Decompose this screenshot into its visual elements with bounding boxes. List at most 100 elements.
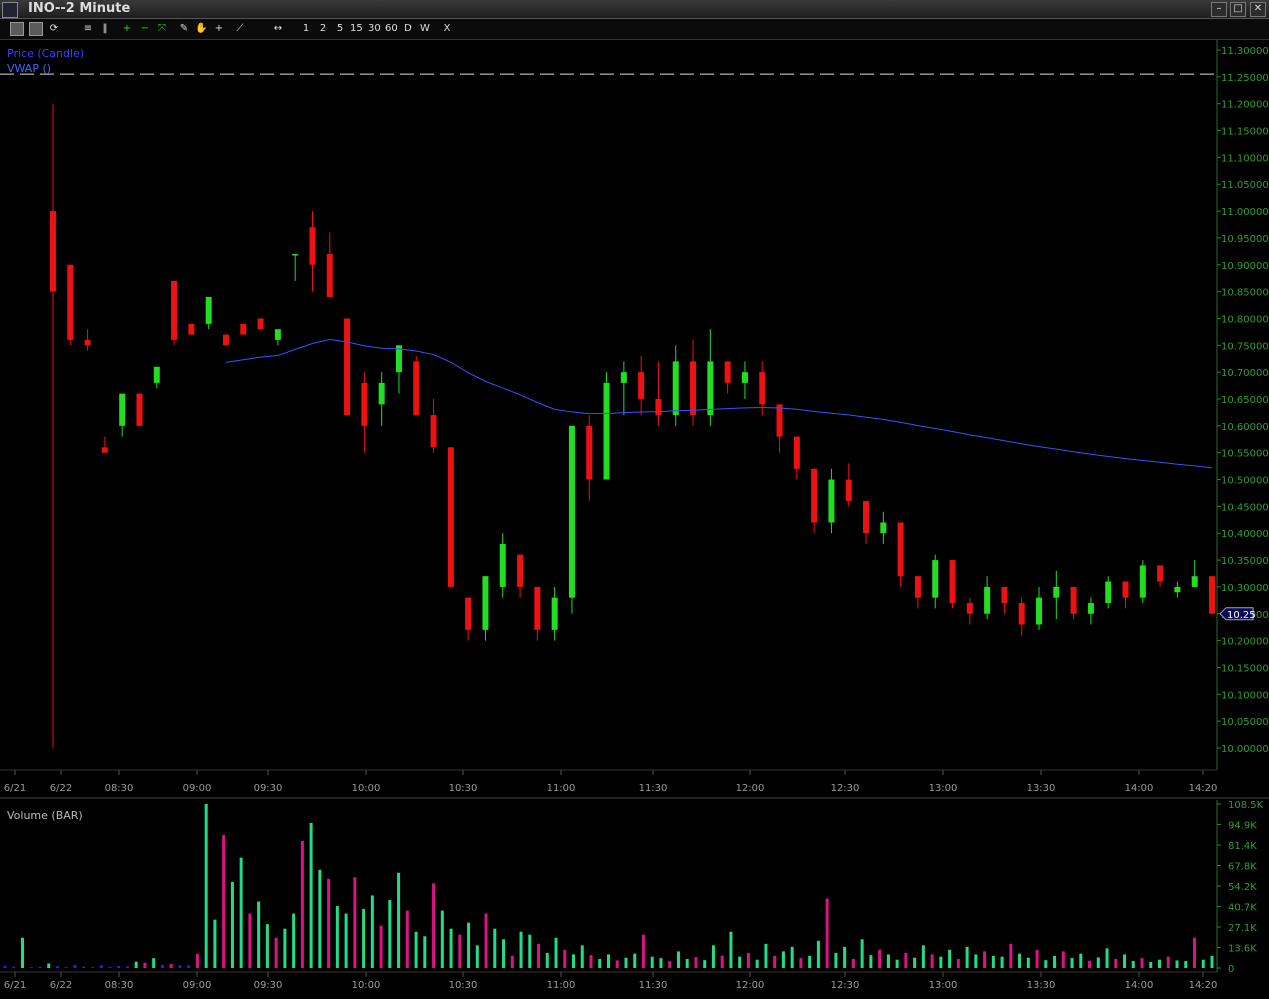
volume-bar bbox=[160, 964, 164, 968]
period-2[interactable]: 2 bbox=[317, 21, 329, 37]
volume-bar bbox=[125, 966, 129, 968]
lines-icon[interactable]: ≡ bbox=[82, 21, 94, 37]
volume-bar bbox=[659, 958, 663, 968]
volume-bar bbox=[1079, 953, 1083, 968]
fit-icon[interactable]: ⤧ bbox=[156, 21, 168, 37]
volume-time-tick-label: 13:00 bbox=[929, 980, 958, 991]
volume-bar bbox=[458, 934, 462, 968]
time-tick-label: 10:00 bbox=[352, 783, 381, 794]
refresh-icon[interactable]: ⟳ bbox=[48, 21, 60, 37]
candle-body bbox=[966, 603, 973, 614]
candle-body bbox=[984, 586, 991, 614]
volume-bar bbox=[816, 940, 820, 968]
volume-tick-label: 0 bbox=[1228, 964, 1234, 975]
minimize-button[interactable]: – bbox=[1211, 2, 1227, 17]
candle-body bbox=[1157, 565, 1164, 582]
candle-body bbox=[1105, 581, 1112, 604]
volume-bar bbox=[869, 955, 873, 968]
volume-bar bbox=[309, 822, 313, 968]
volume-bar bbox=[414, 931, 418, 968]
volume-time-tick-label: 11:30 bbox=[639, 980, 668, 991]
volume-bar bbox=[1158, 959, 1162, 968]
volume-bar bbox=[519, 931, 523, 968]
volume-bar bbox=[3, 965, 7, 968]
price-tick-label: 10.75000 bbox=[1221, 341, 1269, 352]
volume-bar bbox=[449, 928, 453, 968]
legend-vwap: VWAP () bbox=[7, 62, 51, 75]
volume-bar bbox=[248, 913, 252, 968]
candle-body bbox=[1036, 597, 1043, 625]
volume-bar bbox=[475, 945, 479, 968]
chart-toolbar: ⟳ ≡ ‖ + − ⤧ ✎ ✋ + ⟋ ↔ 1 2 5 15 30 60 D W… bbox=[0, 19, 1269, 40]
volume-bar bbox=[904, 952, 908, 968]
pencil-icon[interactable]: ✎ bbox=[178, 21, 190, 37]
zoom-out-icon[interactable]: − bbox=[139, 21, 151, 37]
volume-bar bbox=[90, 967, 94, 969]
volume-tick-label: 67.8K bbox=[1228, 862, 1257, 873]
scroll-icon[interactable]: ↔ bbox=[272, 21, 284, 37]
volume-bar bbox=[213, 919, 217, 968]
volume-bar bbox=[239, 857, 243, 968]
bars-icon[interactable]: ‖ bbox=[99, 21, 111, 37]
period-w[interactable]: W bbox=[419, 21, 431, 37]
zoom-in-icon[interactable]: + bbox=[121, 21, 133, 37]
volume-chart[interactable]: 108.5K 94.9K 81.4K 67.8K 54.2K 40.7K 27.1K 13.6… bbox=[0, 800, 1269, 999]
draw-line-icon[interactable]: ⟋ bbox=[234, 21, 246, 37]
window-title: INO--2 Minute bbox=[28, 1, 131, 16]
candle-body bbox=[361, 382, 368, 426]
period-15[interactable]: 15 bbox=[350, 21, 363, 37]
candle-body bbox=[171, 280, 178, 340]
close-button[interactable]: ✕ bbox=[1250, 2, 1266, 17]
candle-body bbox=[1122, 581, 1129, 598]
candle-body bbox=[292, 254, 299, 256]
price-chart[interactable]: 11.30000 11.25000 11.20000 11.15000 11.10000… bbox=[0, 40, 1269, 797]
candle-body bbox=[811, 468, 818, 523]
price-tick-label: 11.00000 bbox=[1221, 207, 1269, 218]
volume-bar bbox=[808, 955, 812, 968]
chart-icon[interactable] bbox=[10, 22, 24, 36]
volume-bar bbox=[694, 957, 698, 968]
volume-bar bbox=[939, 956, 943, 968]
hand-icon[interactable]: ✋ bbox=[195, 21, 207, 37]
price-tick-label: 10.55000 bbox=[1221, 449, 1269, 460]
price-tick-label: 10.45000 bbox=[1221, 502, 1269, 513]
image-icon[interactable] bbox=[29, 22, 43, 36]
candle-body bbox=[828, 479, 835, 523]
period-5[interactable]: 5 bbox=[334, 21, 346, 37]
volume-bar bbox=[257, 901, 261, 968]
maximize-button[interactable]: □ bbox=[1230, 2, 1246, 17]
close-period-icon[interactable]: X bbox=[441, 21, 453, 37]
candle-body bbox=[136, 393, 143, 426]
candle-body bbox=[724, 361, 731, 383]
volume-time-tick-label: 09:00 bbox=[183, 980, 212, 991]
price-tick-label: 10.05000 bbox=[1221, 717, 1269, 728]
volume-bar bbox=[703, 960, 707, 968]
volume-bar bbox=[537, 943, 541, 968]
volume-bar bbox=[283, 928, 287, 968]
candle-body bbox=[759, 372, 766, 405]
period-30[interactable]: 30 bbox=[368, 21, 381, 37]
volume-bar bbox=[20, 937, 24, 968]
volume-bar bbox=[615, 960, 619, 968]
period-1[interactable]: 1 bbox=[300, 21, 312, 37]
volume-bar bbox=[545, 952, 549, 968]
candle-body bbox=[638, 372, 645, 399]
volume-bar bbox=[598, 958, 602, 968]
volume-time-tick-label: 11:00 bbox=[547, 980, 576, 991]
volume-bar bbox=[300, 841, 304, 968]
volume-bar bbox=[790, 946, 794, 968]
volume-bar bbox=[1140, 958, 1144, 968]
volume-bar bbox=[913, 957, 917, 968]
candle-body bbox=[880, 522, 887, 534]
period-60[interactable]: 60 bbox=[385, 21, 398, 37]
candle-body bbox=[413, 361, 420, 416]
volume-bar bbox=[1070, 958, 1074, 968]
volume-bar bbox=[12, 966, 16, 968]
period-d[interactable]: D bbox=[402, 21, 414, 37]
volume-bar bbox=[397, 872, 401, 968]
volume-bar bbox=[563, 949, 567, 968]
crosshair-icon[interactable]: + bbox=[213, 21, 225, 37]
volume-bar bbox=[956, 958, 960, 968]
candle-body bbox=[620, 372, 627, 383]
time-tick-label: 13:00 bbox=[929, 783, 958, 794]
